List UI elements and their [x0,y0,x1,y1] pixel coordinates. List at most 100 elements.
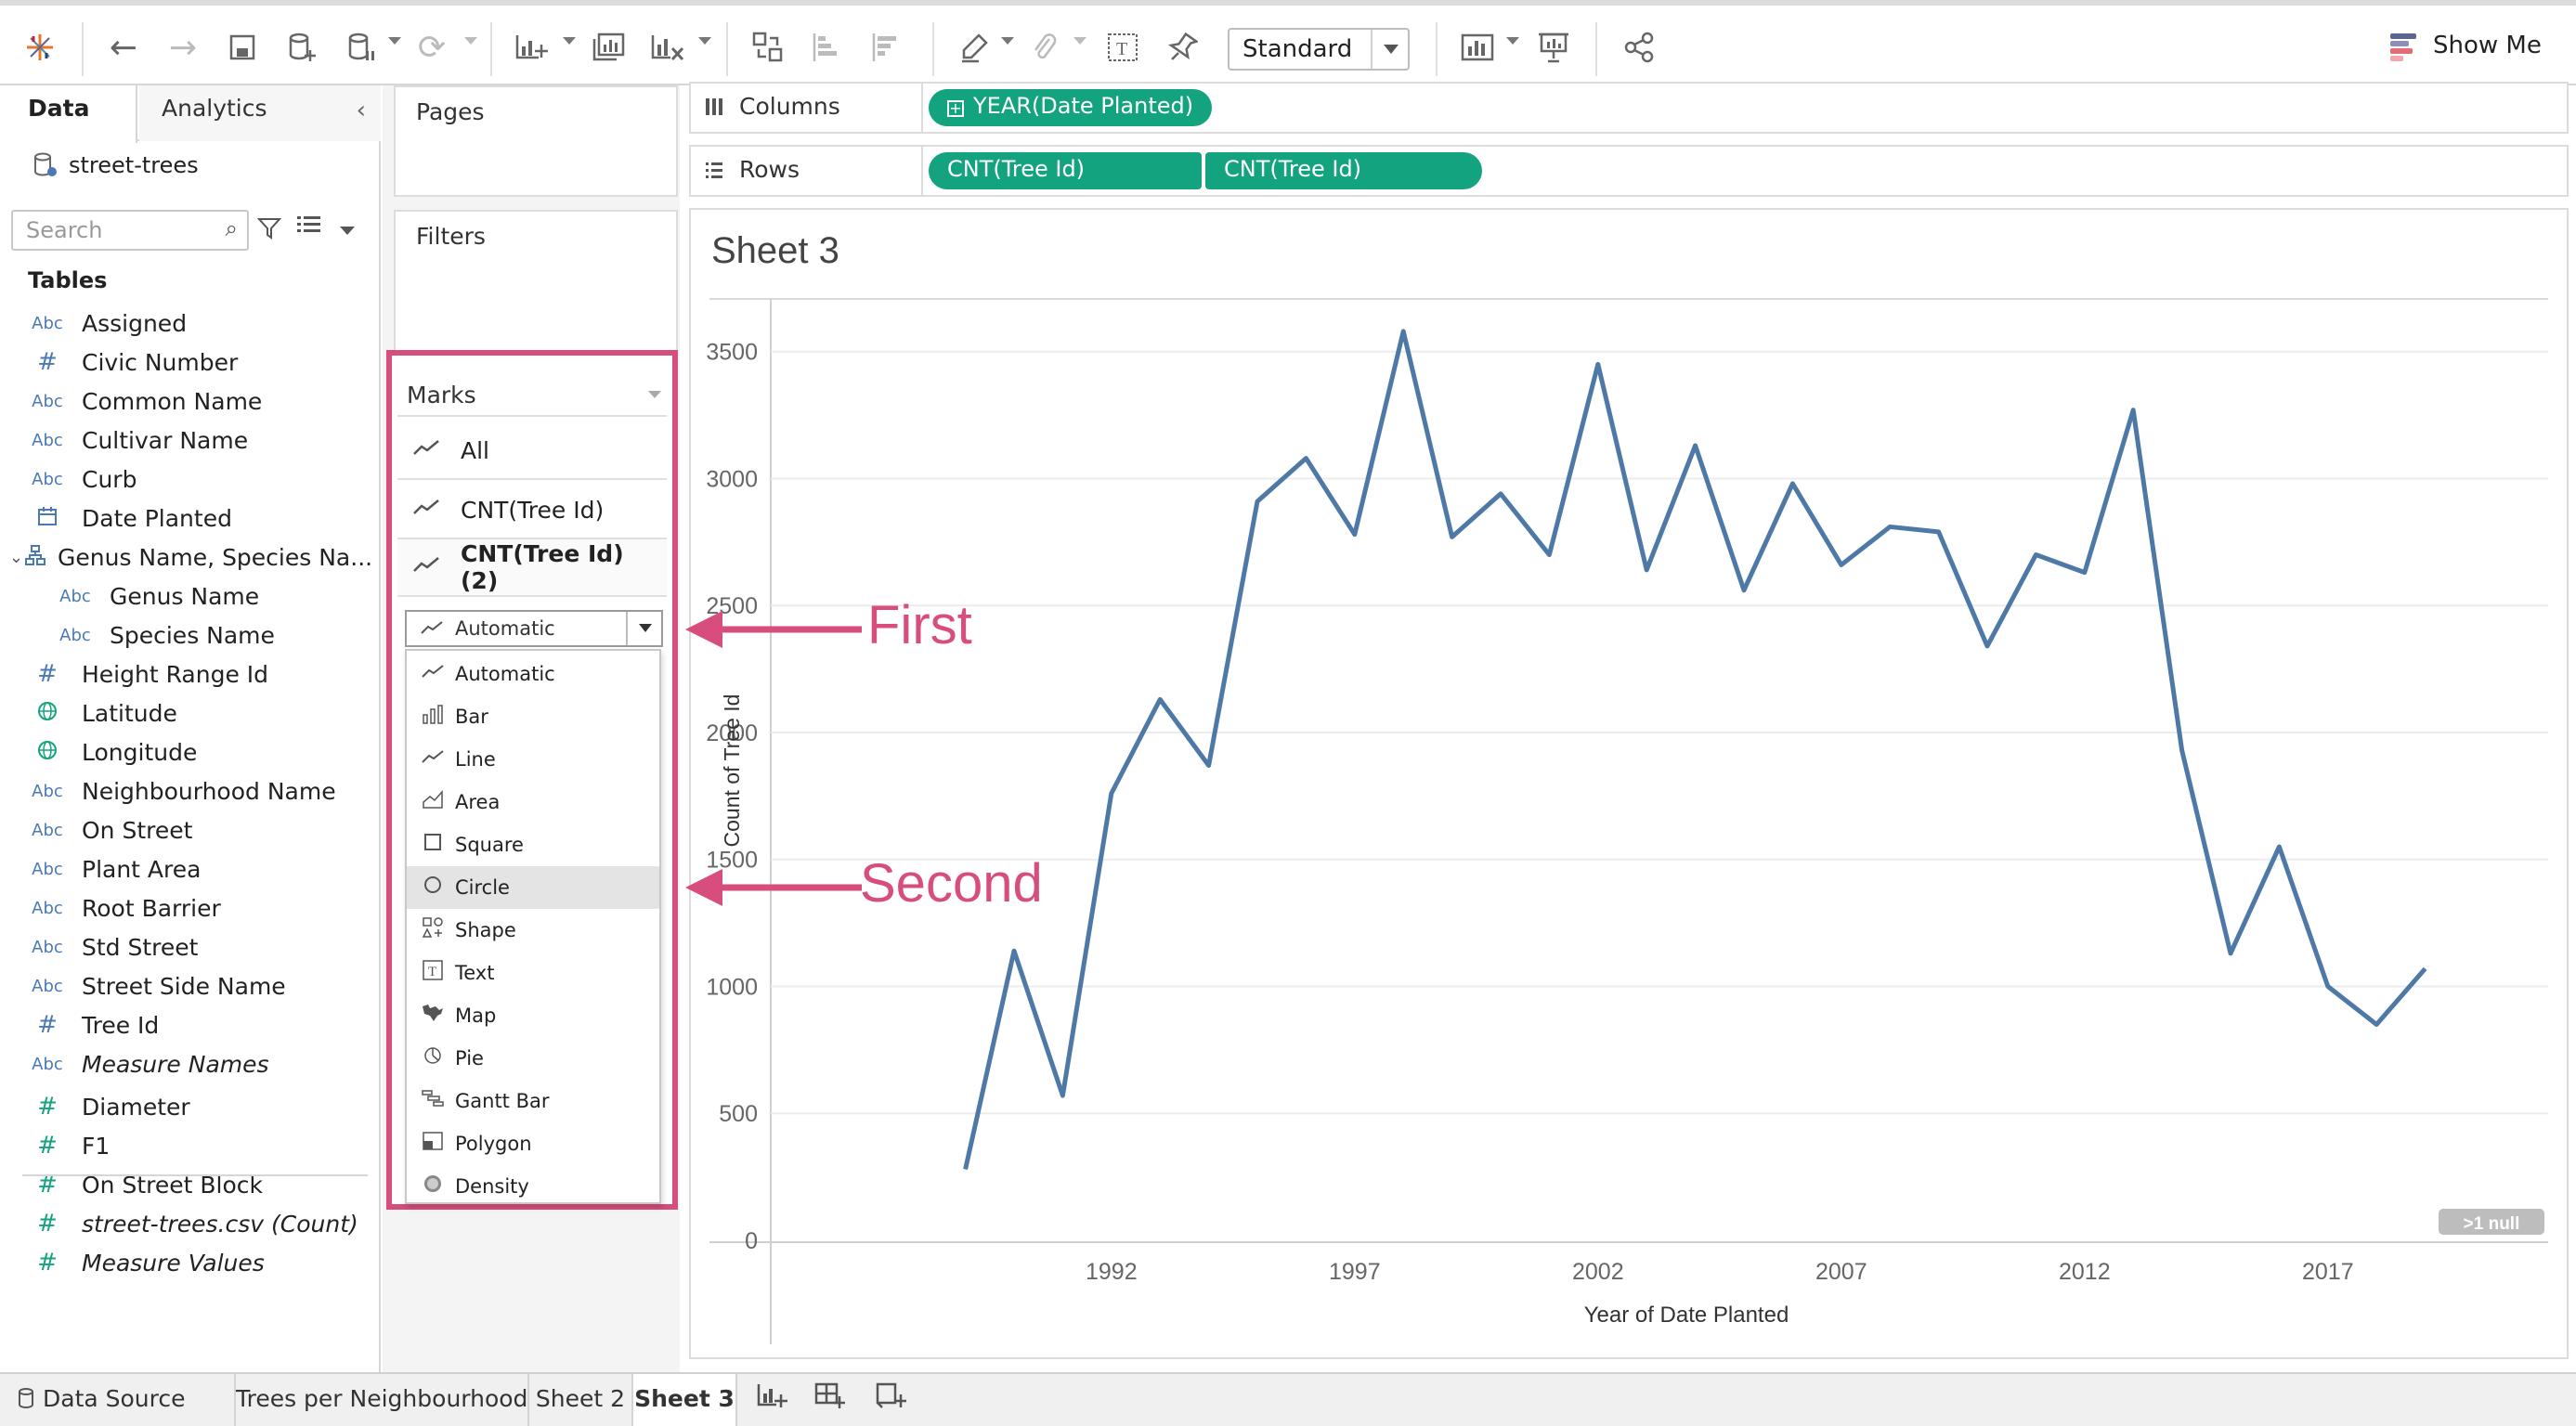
marks-card-caret-icon[interactable] [648,391,661,398]
mark-type-automatic[interactable]: Automatic [407,653,659,695]
marks-tab-cnt-tree-id-2[interactable]: CNT(Tree Id) (2) [397,539,667,597]
view-size-select[interactable]: Standard [1228,28,1410,71]
new-worksheet-caret-icon[interactable] [563,37,576,45]
duplicate-sheet-icon[interactable] [583,22,633,72]
show-me-button[interactable]: Show Me [2390,32,2542,61]
refresh-caret-icon[interactable] [464,37,477,45]
columns-pill-year-date-planted[interactable]: + YEAR(Date Planted) [929,89,1213,126]
rows-shelf[interactable]: Rows CNT(Tree Id) CNT(Tree Id) [689,145,2569,197]
tableau-logo-icon[interactable] [15,22,65,72]
filter-funnel-icon[interactable] [256,215,282,248]
marks-tab-cnt-tree-id[interactable]: CNT(Tree Id) [397,482,667,539]
field-neighbourhood-name[interactable]: Abc Neighbourhood Name [0,772,371,810]
tab-data-source[interactable]: Data Source [0,1374,236,1426]
mark-type-pie[interactable]: Pie [407,1037,659,1080]
refresh-icon[interactable]: ⟳ [407,22,457,72]
collapse-pane-chevron-icon[interactable]: ‹ [357,97,366,124]
field-genus-name[interactable]: Abc Genus Name [0,577,371,615]
mark-type-select[interactable]: Automatic [405,610,663,647]
mark-type-polygon[interactable]: Polygon [407,1122,659,1165]
rows-pill-cnt-tree-id-2[interactable]: CNT(Tree Id) [1205,152,1482,189]
group-caret-icon[interactable] [1073,37,1086,45]
marks-card-header[interactable]: Marks [397,365,667,417]
field-root-barrier[interactable]: Abc Root Barrier [0,889,371,927]
show-cards-icon[interactable] [1452,22,1503,72]
group-paperclip-icon[interactable] [1020,22,1070,72]
undo-arrow-icon[interactable]: ← [98,22,149,72]
data-updates-caret-icon[interactable] [388,37,401,45]
tab-sheet-3[interactable]: Sheet 3 [633,1374,737,1426]
field-diameter[interactable]: # Diameter [0,1088,371,1125]
mark-type-gantt-bar[interactable]: Gantt Bar [407,1080,659,1122]
tab-trees-per-neighbourhood[interactable]: Trees per Neighbourhood [236,1374,529,1426]
view-options-caret-icon[interactable] [340,227,355,235]
field-curb[interactable]: Abc Curb [0,460,371,498]
chevron-down-icon[interactable] [1371,30,1408,69]
tab-analytics[interactable]: Analytics ‹ [139,85,381,141]
sort-descending-icon[interactable] [862,22,912,72]
toolbar-separator [490,22,492,76]
mark-type-text[interactable]: T Text [407,952,659,994]
field-assigned[interactable]: Abc Assigned [0,305,371,342]
globe-icon [24,739,71,766]
field-tree-id[interactable]: # Tree Id [0,1006,371,1044]
field-on-street[interactable]: Abc On Street [0,811,371,849]
view-list-icon[interactable] [295,214,323,242]
mark-type-area[interactable]: Area [407,781,659,823]
field-plant-area[interactable]: Abc Plant Area [0,850,371,888]
new-data-source-icon[interactable] [277,22,327,72]
field-on-street-block[interactable]: # On Street Block [0,1166,371,1203]
pages-card[interactable]: Pages [394,85,678,197]
highlight-caret-icon[interactable] [1001,37,1014,45]
mark-type-line[interactable]: Line [407,738,659,781]
tab-sheet-2[interactable]: Sheet 2 [529,1374,633,1426]
new-dashboard-icon[interactable] [806,1381,852,1419]
new-story-icon[interactable] [867,1381,914,1419]
mark-type-square[interactable]: Square [407,823,659,866]
field-date-planted[interactable]: Date Planted [0,499,371,537]
field-latitude[interactable]: Latitude [0,694,371,732]
field-street-trees-csv-count[interactable]: # street-trees.csv (Count) [0,1205,371,1242]
mark-type-bar[interactable]: Bar [407,695,659,738]
presentation-mode-icon[interactable] [1529,22,1579,72]
mark-type-circle[interactable]: Circle [407,866,659,909]
chevron-down-icon[interactable] [626,612,661,645]
pause-data-updates-icon[interactable] [336,22,386,72]
fix-axes-pin-icon[interactable] [1157,22,1207,72]
redo-arrow-icon[interactable]: → [158,22,208,72]
mark-type-shape[interactable]: Shape [407,909,659,952]
marks-tab-all[interactable]: All [397,422,667,480]
new-worksheet-icon[interactable] [748,1381,795,1419]
show-cards-caret-icon[interactable] [1506,37,1519,45]
show-mark-labels-icon[interactable]: T [1098,22,1148,72]
columns-shelf[interactable]: Columns + YEAR(Date Planted) [689,82,2569,134]
field-genus-name-species-na[interactable]: ⌄ Genus Name, Species Na... [0,538,372,576]
datasource-item[interactable]: street-trees [32,145,199,186]
field-search-input[interactable]: Search ⌕ [11,210,249,251]
swap-rows-columns-icon[interactable] [743,22,793,72]
highlight-pen-icon[interactable] [949,22,999,72]
field-street-side-name[interactable]: Abc Street Side Name [0,967,371,1005]
field-civic-number[interactable]: # Civic Number [0,344,371,381]
field-f1[interactable]: # F1 [0,1127,371,1164]
clear-sheet-icon[interactable] [643,22,693,72]
share-icon[interactable] [1614,22,1664,72]
field-measure-names[interactable]: Abc Measure Names [0,1045,371,1082]
field-species-name[interactable]: Abc Species Name [0,616,371,654]
field-std-street[interactable]: Abc Std Street [0,928,371,966]
field-longitude[interactable]: Longitude [0,733,371,771]
save-icon[interactable] [217,22,267,72]
clear-sheet-caret-icon[interactable] [698,37,711,45]
expand-chevron-icon[interactable]: ⌄ [9,548,23,567]
field-height-range-id[interactable]: # Height Range Id [0,655,371,693]
sort-ascending-icon[interactable] [802,22,852,72]
mark-type-density[interactable]: Density [407,1165,659,1208]
field-common-name[interactable]: Abc Common Name [0,382,371,420]
field-cultivar-name[interactable]: Abc Cultivar Name [0,421,371,459]
mark-type-map[interactable]: Map [407,994,659,1037]
field-measure-values[interactable]: # Measure Values [0,1244,371,1281]
expand-plus-icon[interactable]: + [947,100,964,117]
rows-pill-cnt-tree-id[interactable]: CNT(Tree Id) [929,152,1202,189]
new-worksheet-icon[interactable] [507,22,557,72]
tab-data[interactable]: Data [0,85,137,143]
